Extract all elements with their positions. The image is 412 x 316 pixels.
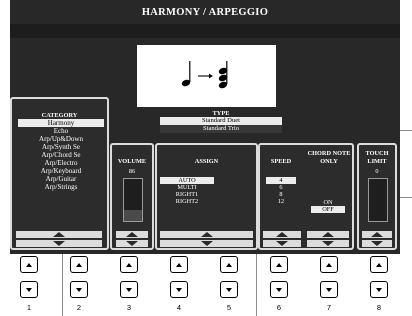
leader-line-speed-chord	[256, 254, 257, 316]
assign-option[interactable]: RIGHT1	[160, 191, 214, 198]
assign-panel: ASSIGN AUTO MULTI RIGHT1 RIGHT2	[155, 143, 258, 250]
category-item[interactable]: Arp/Synth Se	[18, 143, 104, 151]
category-item[interactable]: Arp/Chord Se	[18, 151, 104, 159]
touch-limit-header-line1: TOUCH	[365, 150, 389, 157]
category-header: CATEGORY	[41, 112, 78, 119]
assign-option[interactable]: RIGHT2	[160, 198, 214, 205]
screen-title: HARMONY / ARPEGGIO	[141, 7, 269, 18]
speed-down-spinner[interactable]	[263, 240, 301, 247]
category-item[interactable]: Echo	[18, 127, 104, 135]
type-item[interactable]: Standard Duet	[160, 117, 282, 125]
button-number-label: 2	[76, 303, 82, 312]
panel-button-3-down[interactable]	[120, 281, 138, 298]
volume-up-spinner[interactable]	[116, 231, 148, 238]
category-down-spinner[interactable]	[16, 240, 102, 247]
assign-down-spinner[interactable]	[160, 240, 253, 247]
panel-button-7-down[interactable]	[320, 281, 338, 298]
assign-option[interactable]: AUTO	[160, 177, 214, 184]
panel-button-4-down[interactable]	[170, 281, 188, 298]
leader-line-category	[62, 254, 63, 316]
touch-limit-value: 0	[375, 168, 379, 175]
panel-button-1-up[interactable]	[20, 256, 38, 273]
leader-line-right-lower	[400, 197, 412, 198]
button-number-label: 1	[26, 303, 32, 312]
volume-down-spinner[interactable]	[116, 240, 148, 247]
category-item[interactable]: Arp/Up&Down	[18, 135, 104, 143]
assign-option[interactable]: MULTI	[160, 184, 214, 191]
category-list[interactable]: Harmony Echo Arp/Up&Down Arp/Synth Se Arp/Ch…	[18, 119, 104, 229]
volume-slider-fill	[124, 209, 142, 221]
speed-option[interactable]: 6	[266, 184, 296, 191]
panel-button-5-down[interactable]	[220, 281, 238, 298]
touch-limit-up-spinner[interactable]	[362, 231, 392, 238]
lcd-screen: HARMONY / ARPEGGIO CATEGORY Harmony Echo A…	[10, 0, 400, 254]
panel-button-3-up[interactable]	[120, 256, 138, 273]
chord-note-only-header-line2: ONLY	[320, 158, 338, 165]
assign-header: ASSIGN	[194, 158, 219, 165]
harmony-preview-box	[137, 45, 276, 107]
category-item[interactable]: Harmony	[18, 119, 104, 127]
chord-note-only-header-line1: CHORD NOTE	[307, 150, 351, 157]
touch-limit-slider[interactable]	[368, 178, 388, 222]
touch-limit-down-spinner[interactable]	[362, 240, 392, 247]
category-item[interactable]: Arp/Strings	[18, 183, 104, 191]
speed-header: SPEED	[270, 158, 292, 165]
touch-limit-header-line2: LIMIT	[367, 158, 387, 165]
leader-line-right-upper	[400, 130, 412, 131]
volume-slider[interactable]	[123, 178, 143, 222]
panel-button-2-down[interactable]	[70, 281, 88, 298]
panel-button-4-up[interactable]	[170, 256, 188, 273]
speed-option[interactable]: 4	[266, 177, 296, 184]
chord-note-only-down-spinner[interactable]	[307, 240, 349, 247]
chord-note-only-up-spinner[interactable]	[307, 231, 349, 238]
button-number-label: 3	[126, 303, 132, 312]
volume-header: VOLUME	[117, 158, 147, 165]
volume-value: 86	[128, 168, 136, 175]
assign-up-spinner[interactable]	[160, 231, 253, 238]
chord-note-only-option[interactable]: OFF	[311, 206, 345, 213]
speed-chord-panel: SPEED 4 6 8 12 CHORD NOTE ONLY ON OFF	[258, 143, 354, 250]
panel-button-1-down[interactable]	[20, 281, 38, 298]
type-item[interactable]: Standard Trio	[160, 125, 282, 133]
category-item[interactable]: Arp/Guitar	[18, 175, 104, 183]
panel-button-2-up[interactable]	[70, 256, 88, 273]
panel-button-6-down[interactable]	[270, 281, 288, 298]
panel-button-6-up[interactable]	[270, 256, 288, 273]
speed-option[interactable]: 12	[266, 198, 296, 205]
panel-button-5-up[interactable]	[220, 256, 238, 273]
speed-up-spinner[interactable]	[263, 231, 301, 238]
volume-panel: VOLUME 86	[110, 143, 154, 250]
type-header: TYPE	[212, 110, 230, 117]
panel-button-7-up[interactable]	[320, 256, 338, 273]
speed-option[interactable]: 8	[266, 191, 296, 198]
category-panel: CATEGORY Harmony Echo Arp/Up&Down Arp/Synth…	[10, 97, 109, 250]
category-up-spinner[interactable]	[16, 231, 102, 238]
chord-note-only-option[interactable]: ON	[311, 199, 345, 206]
button-number-label: 7	[326, 303, 332, 312]
panel-button-8-up[interactable]	[370, 256, 388, 273]
button-number-label: 4	[176, 303, 182, 312]
category-item[interactable]: Arp/Keyboard	[18, 167, 104, 175]
panel-button-8-down[interactable]	[370, 281, 388, 298]
touch-limit-panel: TOUCH LIMIT 0	[357, 143, 397, 250]
category-item[interactable]: Arp/Electro	[18, 159, 104, 167]
button-number-label: 8	[376, 303, 382, 312]
title-bar-strip	[10, 24, 400, 38]
button-number-label: 5	[226, 303, 232, 312]
quarter-note-to-chord-icon	[181, 61, 228, 89]
button-number-label: 6	[276, 303, 282, 312]
